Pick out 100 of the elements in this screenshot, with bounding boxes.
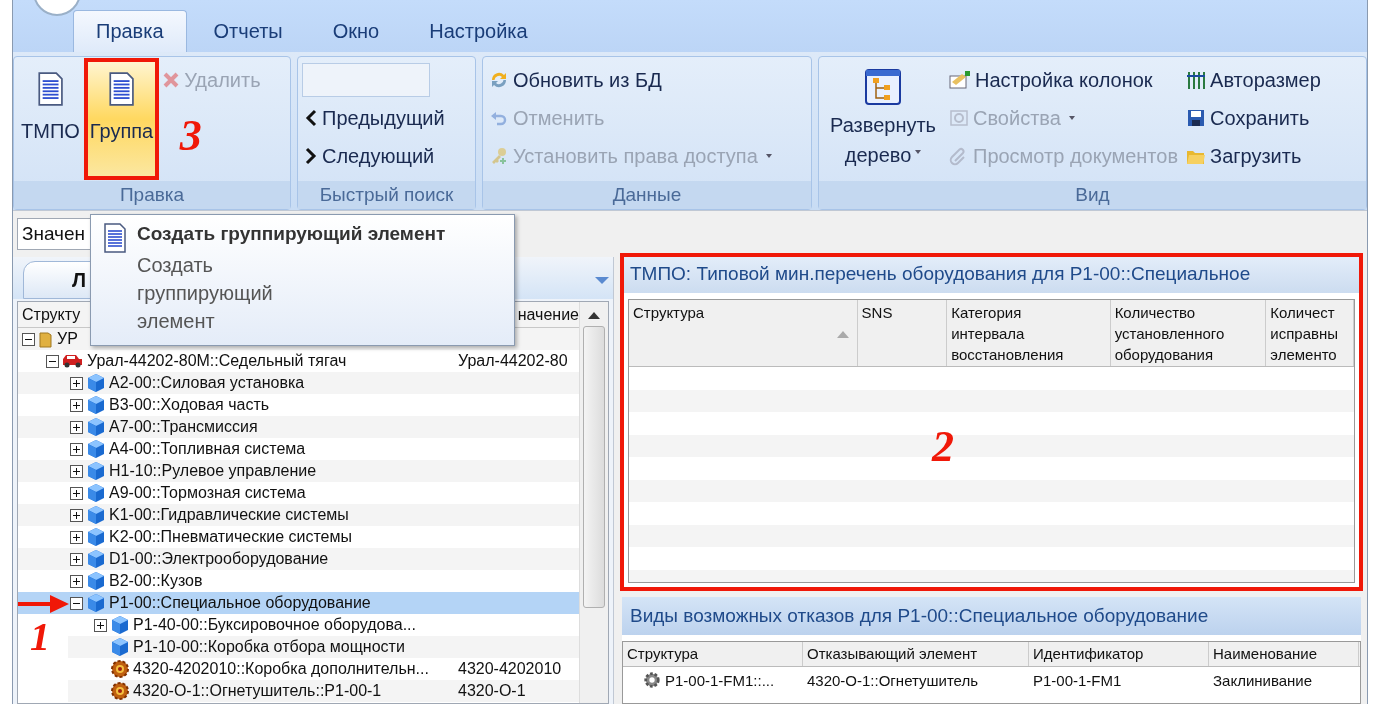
tree-item-label: P1-10-00::Коробка отбора мощности [133, 638, 405, 656]
tree-row[interactable]: H1-10::Рулевое управление [18, 460, 579, 482]
expand-icon[interactable] [70, 376, 83, 390]
collapse-icon[interactable] [46, 354, 59, 368]
tree-item-label: УР [57, 330, 78, 348]
cube-icon [86, 461, 106, 481]
cube-icon [86, 505, 106, 525]
collapse-icon[interactable] [22, 332, 35, 346]
column-header[interactable]: Количест исправны элементо [1266, 300, 1354, 366]
tree-item-value: 4320-О-1 [458, 682, 526, 700]
gear-icon [110, 681, 130, 701]
tree-row[interactable]: D1-00::Электрооборудование [18, 548, 579, 570]
tree-item-label: K2-00::Пневматические системы [109, 528, 352, 546]
next-button[interactable]: Следующий [302, 139, 447, 173]
expand-icon[interactable] [70, 398, 83, 412]
scroll-up-icon[interactable] [587, 310, 601, 320]
column-header[interactable]: Структура [629, 300, 858, 366]
table-cell-text: P1-00-1-FM1 [1032, 670, 1123, 691]
scrollbar[interactable] [579, 302, 608, 703]
tree-row[interactable]: A9-00::Тормозная система [18, 482, 579, 504]
column-header[interactable]: Наименование [1209, 642, 1359, 666]
group-label: Быстрый поиск [298, 181, 475, 209]
columns-settings-icon [949, 70, 971, 90]
table-cell: P1-00-1-FM1::... [623, 667, 803, 693]
document-icon [36, 72, 64, 106]
tree-row[interactable]: P1-40-00::Буксировочное оборудова... [68, 614, 579, 636]
autosize-button[interactable]: Авторазмер [1184, 63, 1323, 97]
tree-item-label: A2-00::Силовая установка [109, 374, 305, 392]
tree-row[interactable]: A4-00::Топливная система [18, 438, 579, 460]
tree-icon [864, 68, 902, 106]
load-button[interactable]: Загрузить [1184, 139, 1323, 173]
annotation-number: 3 [179, 114, 202, 158]
cube-icon [86, 439, 106, 459]
tree-row[interactable]: K1-00::Гидравлические системы [18, 504, 579, 526]
column-header[interactable]: Идентификатор [1029, 642, 1209, 666]
tree-row[interactable]: 4320-4202010::Коробка дополнительн... 4320-4202010 [68, 658, 579, 680]
column-header[interactable]: Количество установленного оборудования [1110, 300, 1267, 366]
columns-settings-button[interactable]: Настройка колонок [947, 63, 1181, 97]
ribbon-tab[interactable]: Отчеты [190, 10, 306, 52]
tree-row[interactable]: P1-00::Специальное оборудование [18, 592, 579, 614]
column-header[interactable]: Категория интервала восстановления [947, 300, 1111, 366]
column-header[interactable]: Структура [623, 642, 803, 666]
expand-icon[interactable] [70, 530, 83, 544]
tree-row[interactable]: B3-00::Ходовая часть [18, 394, 579, 416]
refresh-button[interactable]: Обновить из БД [487, 63, 774, 97]
tree-item-label: A9-00::Тормозная система [109, 484, 306, 502]
tooltip-title: Создать группирующий элемент [137, 223, 446, 245]
annotation-arrow [18, 594, 70, 614]
close-icon [162, 71, 181, 89]
tree-item-label: Урал-44202-80М::Седельный тягач [87, 352, 347, 370]
annotation-number: 1 [30, 617, 50, 657]
tree-item-label: A7-00::Трансмиссия [109, 418, 258, 436]
document-icon [103, 223, 127, 253]
tree-row[interactable]: P1-10-00::Коробка отбора мощности [68, 636, 579, 658]
folder-icon [38, 330, 54, 348]
tree-item-label: P1-40-00::Буксировочное оборудова... [133, 616, 416, 634]
tree-row[interactable]: B2-00::Кузов [18, 570, 579, 592]
scrollbar-thumb[interactable] [583, 326, 605, 608]
ribbon-tab[interactable]: Правка [73, 10, 187, 52]
tree-item-label: 4320-О-1::Огнетушитель::P1-00-1 [133, 682, 382, 700]
collapse-icon[interactable] [70, 596, 83, 610]
tree-item-label: A4-00::Топливная система [109, 440, 306, 458]
tree-row[interactable]: Урал-44202-80М::Седельный тягач Урал-44202-80 [18, 350, 579, 372]
autosize-icon [1186, 70, 1207, 90]
previous-button[interactable]: Предыдущий [302, 101, 447, 135]
tree-row[interactable]: 4320-О-1::Огнетушитель::P1-00-1 4320-О-1 [68, 680, 579, 702]
tree-row[interactable]: K2-00::Пневматические системы [18, 526, 579, 548]
table-cell-text: Заклинивание [1212, 670, 1314, 691]
expand-icon[interactable] [70, 486, 83, 500]
expand-icon[interactable] [70, 508, 83, 522]
gear-icon [643, 671, 661, 689]
cube-icon [86, 417, 106, 437]
tree-item-label: 4320-4202010::Коробка дополнительн... [133, 660, 429, 678]
group-label: Вид [819, 181, 1366, 209]
refresh-icon [489, 70, 509, 90]
tree-row[interactable]: A7-00::Трансмиссия [18, 416, 579, 438]
search-field[interactable] [302, 63, 430, 97]
expand-tree-button[interactable]: Развернуть дерево [823, 61, 943, 177]
expand-icon[interactable] [70, 420, 83, 434]
save-icon [1186, 108, 1207, 128]
save-button[interactable]: Сохранить [1184, 101, 1323, 135]
chevron-left-icon [304, 109, 318, 127]
tree-item-label: B3-00::Ходовая часть [109, 396, 270, 414]
ribbon-tab[interactable]: Настройка [406, 10, 551, 52]
expand-icon[interactable] [94, 618, 107, 632]
expand-icon[interactable] [70, 552, 83, 566]
truck-icon [62, 353, 84, 369]
document-icon [107, 72, 136, 106]
ribbon-tab[interactable]: Окно [309, 10, 403, 52]
properties-icon [949, 108, 969, 128]
expand-icon[interactable] [70, 574, 83, 588]
chevron-right-icon [304, 147, 318, 165]
expand-icon[interactable] [70, 442, 83, 456]
column-header[interactable]: SNS [857, 300, 948, 366]
table-cell-text: 4320-О-1::Огнетушитель [806, 670, 980, 691]
tmpo-button[interactable]: ТМПО [18, 61, 83, 177]
column-header[interactable]: Отказывающий элемент [803, 642, 1029, 666]
tree-row[interactable]: A2-00::Силовая установка [18, 372, 579, 394]
expand-icon[interactable] [70, 464, 83, 478]
cube-icon [86, 593, 106, 613]
